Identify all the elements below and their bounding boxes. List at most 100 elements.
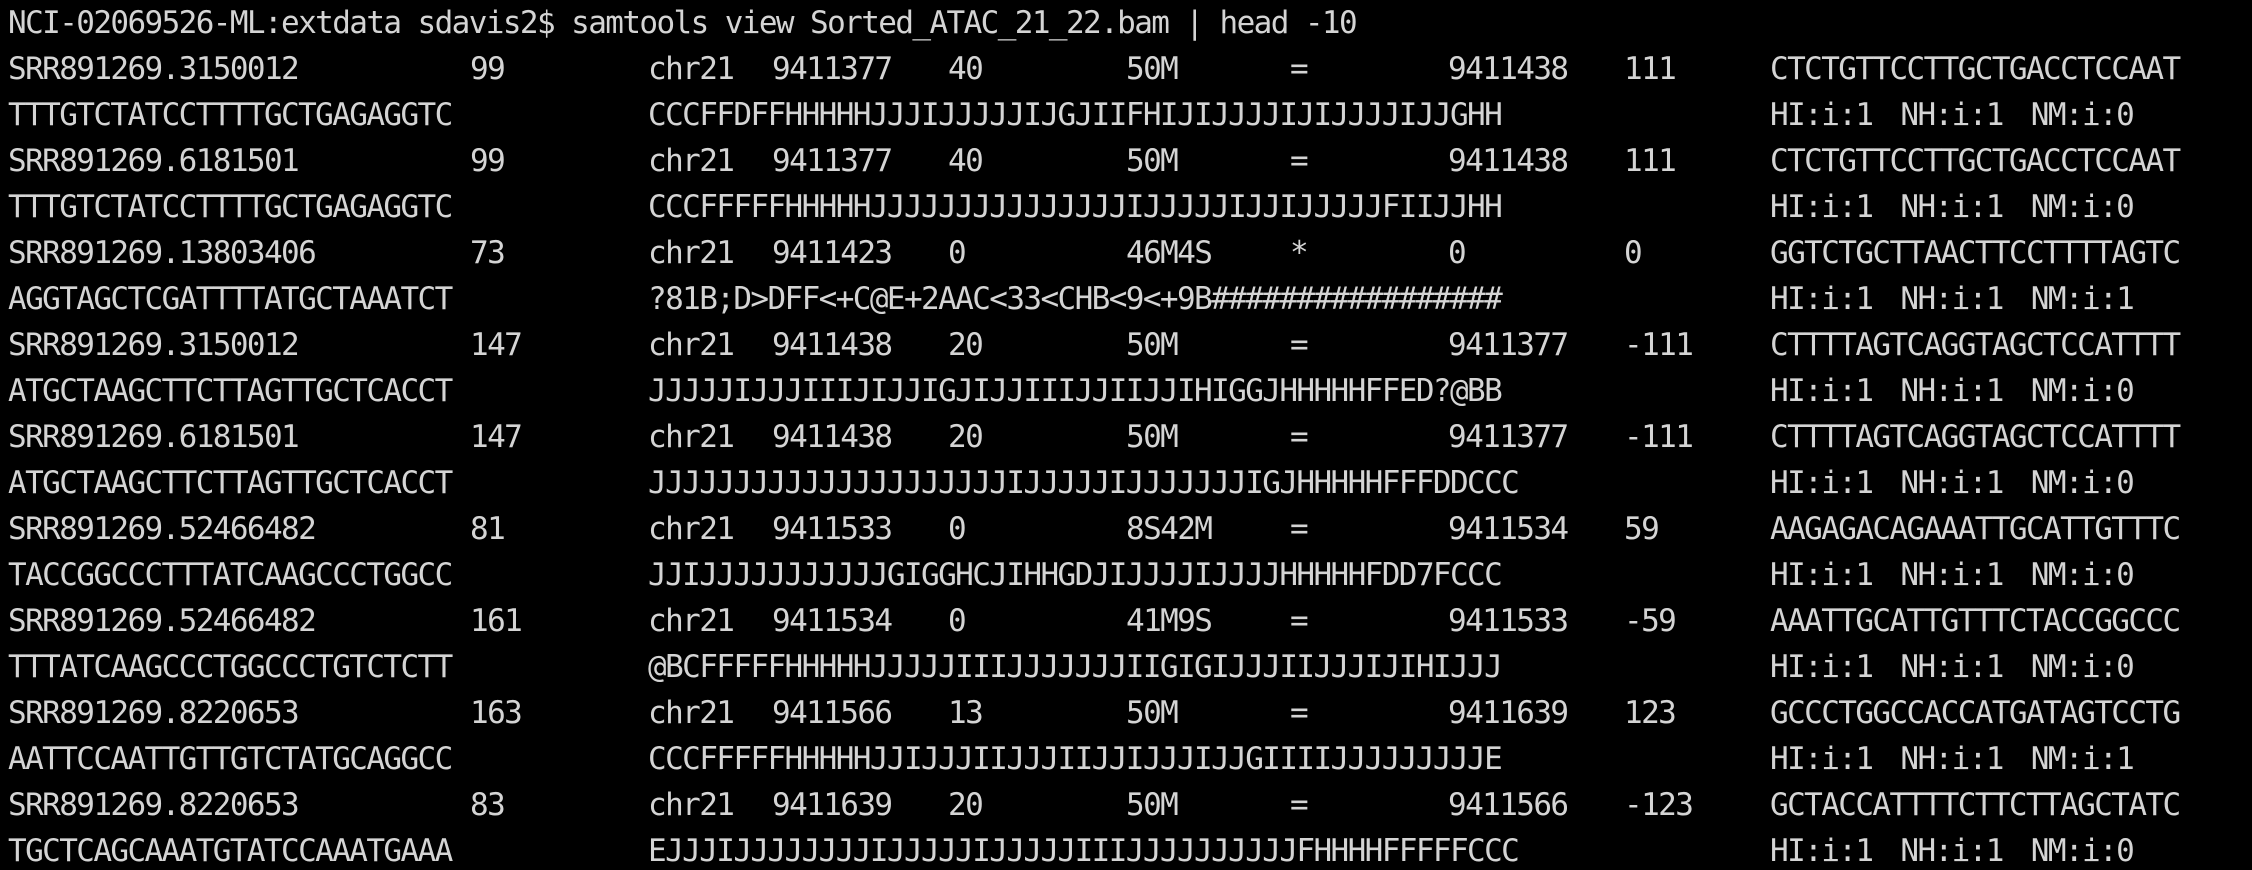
optional-tags: HI:i:1 NH:i:1 NM:i:0 [1770, 644, 2161, 690]
sam-record-line: SRR891269.3150012 147 chr21 9411438 20 50M = 94… [4, 322, 2252, 368]
reference-name: chr21 [648, 787, 735, 823]
tag: NM:i:0 [2030, 97, 2135, 133]
terminal-window[interactable]: NCI-02069526-ML:extdata sdavis2$ samtool… [0, 0, 2252, 870]
tag: NM:i:0 [2030, 465, 2135, 501]
optional-tags: HI:i:1 NH:i:1 NM:i:0 [1770, 552, 2161, 598]
prompt-text: NCI-02069526-ML:extdata sdavis2$ [8, 5, 556, 41]
mapping-quality: 20 [948, 327, 984, 363]
quality-string: CCCFFFFFHHHHHJJIJJJIIJJJIIJJIJJJIJJGIIII… [648, 741, 1503, 777]
tag: HI:i:1 [1770, 465, 1874, 501]
read-name: SRR891269.52466482 [8, 511, 317, 547]
sam-record-line: SRR891269.8220653 83 chr21 9411639 20 50M = 941… [4, 782, 2252, 828]
sam-flag: 99 [470, 143, 506, 179]
tag: NM:i:0 [2030, 557, 2135, 593]
quality-string: EJJJIJJJJJJJJIJJJJJIJJJJJIIIJJJJJJJJJJFH… [648, 833, 1520, 869]
sam-record-continuation-line: AGGTAGCTCGATTTTATGCTAAATCT ?81B;D>DFF<+C@… [4, 276, 2252, 322]
cigar-string: 50M [1126, 695, 1179, 731]
position: 9411377 [772, 143, 893, 179]
mate-reference: = [1290, 695, 1309, 731]
optional-tags: HI:i:1 NH:i:1 NM:i:1 [1770, 736, 2161, 782]
sam-record-line: SRR891269.8220653 163 chr21 9411566 13 50M = 94… [4, 690, 2252, 736]
mate-reference: = [1290, 51, 1309, 87]
sequence-part-1: GCCCTGGCCACCATGATAGTCCTG [1770, 695, 2181, 731]
read-name: SRR891269.8220653 [8, 787, 300, 823]
mate-position: 9411534 [1448, 511, 1569, 547]
tag: HI:i:1 [1770, 649, 1874, 685]
tag: HI:i:1 [1770, 189, 1874, 225]
quality-string: JJJJJJJJJJJJJJJJJJJJJIJJJJJIJJJJJJJIGJHH… [648, 465, 1520, 501]
sequence-part-2: ATGCTAAGCTTCTTAGTTGCTCACCT [8, 373, 453, 409]
sam-record-line: SRR891269.13803406 73 chr21 9411423 0 46M4S * 0… [4, 230, 2252, 276]
reference-name: chr21 [648, 327, 735, 363]
mapping-quality: 40 [948, 51, 984, 87]
sequence-part-1: AAGAGACAGAAATTGCATTGTTTC [1770, 511, 2181, 547]
tag: HI:i:1 [1770, 97, 1874, 133]
position: 9411566 [772, 695, 893, 731]
read-name: SRR891269.6181501 [8, 143, 300, 179]
sequence-part-2: TGCTCAGCAAATGTATCCAAATGAAA [8, 833, 453, 869]
sam-flag: 73 [470, 235, 506, 271]
read-name: SRR891269.6181501 [8, 419, 300, 455]
mate-position: 9411566 [1448, 787, 1569, 823]
tag: NM:i:0 [2030, 649, 2135, 685]
quality-string: @BCFFFFFHHHHHJJJJJIIIJJJJJJJIIGIGIJJJIIJ… [648, 649, 1503, 685]
optional-tags: HI:i:1 NH:i:1 NM:i:0 [1770, 92, 2161, 138]
tag: HI:i:1 [1770, 741, 1874, 777]
tag: HI:i:1 [1770, 833, 1874, 869]
mate-position: 9411438 [1448, 143, 1569, 179]
sam-record-continuation-line: TACCGGCCCTTTATCAAGCCCTGGCC JJIJJJJJJJJJJJ… [4, 552, 2252, 598]
cigar-string: 46M4S [1126, 235, 1213, 271]
mate-position: 9411533 [1448, 603, 1569, 639]
sam-record-continuation-line: ATGCTAAGCTTCTTAGTTGCTCACCT JJJJJJJJJJJJJJ… [4, 460, 2252, 506]
sam-record-continuation-line: ATGCTAAGCTTCTTAGTTGCTCACCT JJJJJIJJJIIIJI… [4, 368, 2252, 414]
position: 9411423 [772, 235, 893, 271]
tag: NH:i:1 [1900, 97, 2004, 133]
mapping-quality: 0 [948, 603, 967, 639]
template-length: 111 [1624, 143, 1677, 179]
reference-name: chr21 [648, 511, 735, 547]
template-length: -111 [1624, 419, 1694, 455]
cigar-string: 50M [1126, 419, 1179, 455]
position: 9411438 [772, 327, 893, 363]
mapping-quality: 40 [948, 143, 984, 179]
tag: NM:i:1 [2030, 741, 2135, 777]
tag: NH:i:1 [1900, 189, 2004, 225]
template-length: 0 [1624, 235, 1643, 271]
tag: NM:i:0 [2030, 373, 2135, 409]
sequence-part-2: TTTGTCTATCCTTTTGCTGAGAGGTC [8, 97, 453, 133]
optional-tags: HI:i:1 NH:i:1 NM:i:0 [1770, 460, 2161, 506]
sam-record-line: SRR891269.52466482 161 chr21 9411534 0 41M9S =… [4, 598, 2252, 644]
tag: NH:i:1 [1900, 465, 2004, 501]
mate-reference: = [1290, 143, 1309, 179]
quality-string: ?81B;D>DFF<+C@E+2AAC<33<CHB<9<+9B#######… [648, 281, 1503, 317]
sam-record-line: SRR891269.52466482 81 chr21 9411533 0 8S42M = 9… [4, 506, 2252, 552]
shell-prompt: NCI-02069526-ML:extdata sdavis2$ samtool… [8, 0, 1358, 46]
sam-record-line: SRR891269.3150012 99 chr21 9411377 40 50M = 941… [4, 46, 2252, 92]
cigar-string: 8S42M [1126, 511, 1213, 547]
quality-string: JJJJJIJJJIIIJIJJIGJIJJIIIJJIIJJIHIGGJHHH… [648, 373, 1503, 409]
mate-reference: = [1290, 787, 1309, 823]
tag: NM:i:0 [2030, 189, 2135, 225]
tag: NM:i:1 [2030, 281, 2135, 317]
sequence-part-2: ATGCTAAGCTTCTTAGTTGCTCACCT [8, 465, 453, 501]
sequence-part-1: CTCTGTTCCTTGCTGACCTCCAAT [1770, 143, 2181, 179]
sequence-part-2: TTTGTCTATCCTTTTGCTGAGAGGTC [8, 189, 453, 225]
mate-reference: = [1290, 511, 1309, 547]
sam-flag: 83 [470, 787, 506, 823]
tag: NH:i:1 [1900, 649, 2004, 685]
sam-record-continuation-line: TTTATCAAGCCCTGGCCCTGTCTCTT @BCFFFFFHHHHHJ… [4, 644, 2252, 690]
read-name: SRR891269.3150012 [8, 327, 300, 363]
quality-string: JJIJJJJJJJJJJJGIGGHCJIHHGDJIJJJJIJJJJHHH… [648, 557, 1503, 593]
sam-record-continuation-line: AATTCCAATTGTTGTCTATGCAGGCC CCCFFFFFHHHHHJ… [4, 736, 2252, 782]
template-length: -111 [1624, 327, 1694, 363]
reference-name: chr21 [648, 51, 735, 87]
sequence-part-1: CTTTTAGTCAGGTAGCTCCATTTT [1770, 327, 2181, 363]
mapping-quality: 0 [948, 511, 967, 547]
optional-tags: HI:i:1 NH:i:1 NM:i:0 [1770, 368, 2161, 414]
cigar-string: 41M9S [1126, 603, 1213, 639]
sam-output: SRR891269.3150012 99 chr21 9411377 40 50M = 941… [4, 46, 2252, 870]
template-length: 111 [1624, 51, 1677, 87]
position: 9411377 [772, 51, 893, 87]
reference-name: chr21 [648, 419, 735, 455]
command-text: samtools view Sorted_ATAC_21_22.bam | he… [571, 5, 1358, 41]
